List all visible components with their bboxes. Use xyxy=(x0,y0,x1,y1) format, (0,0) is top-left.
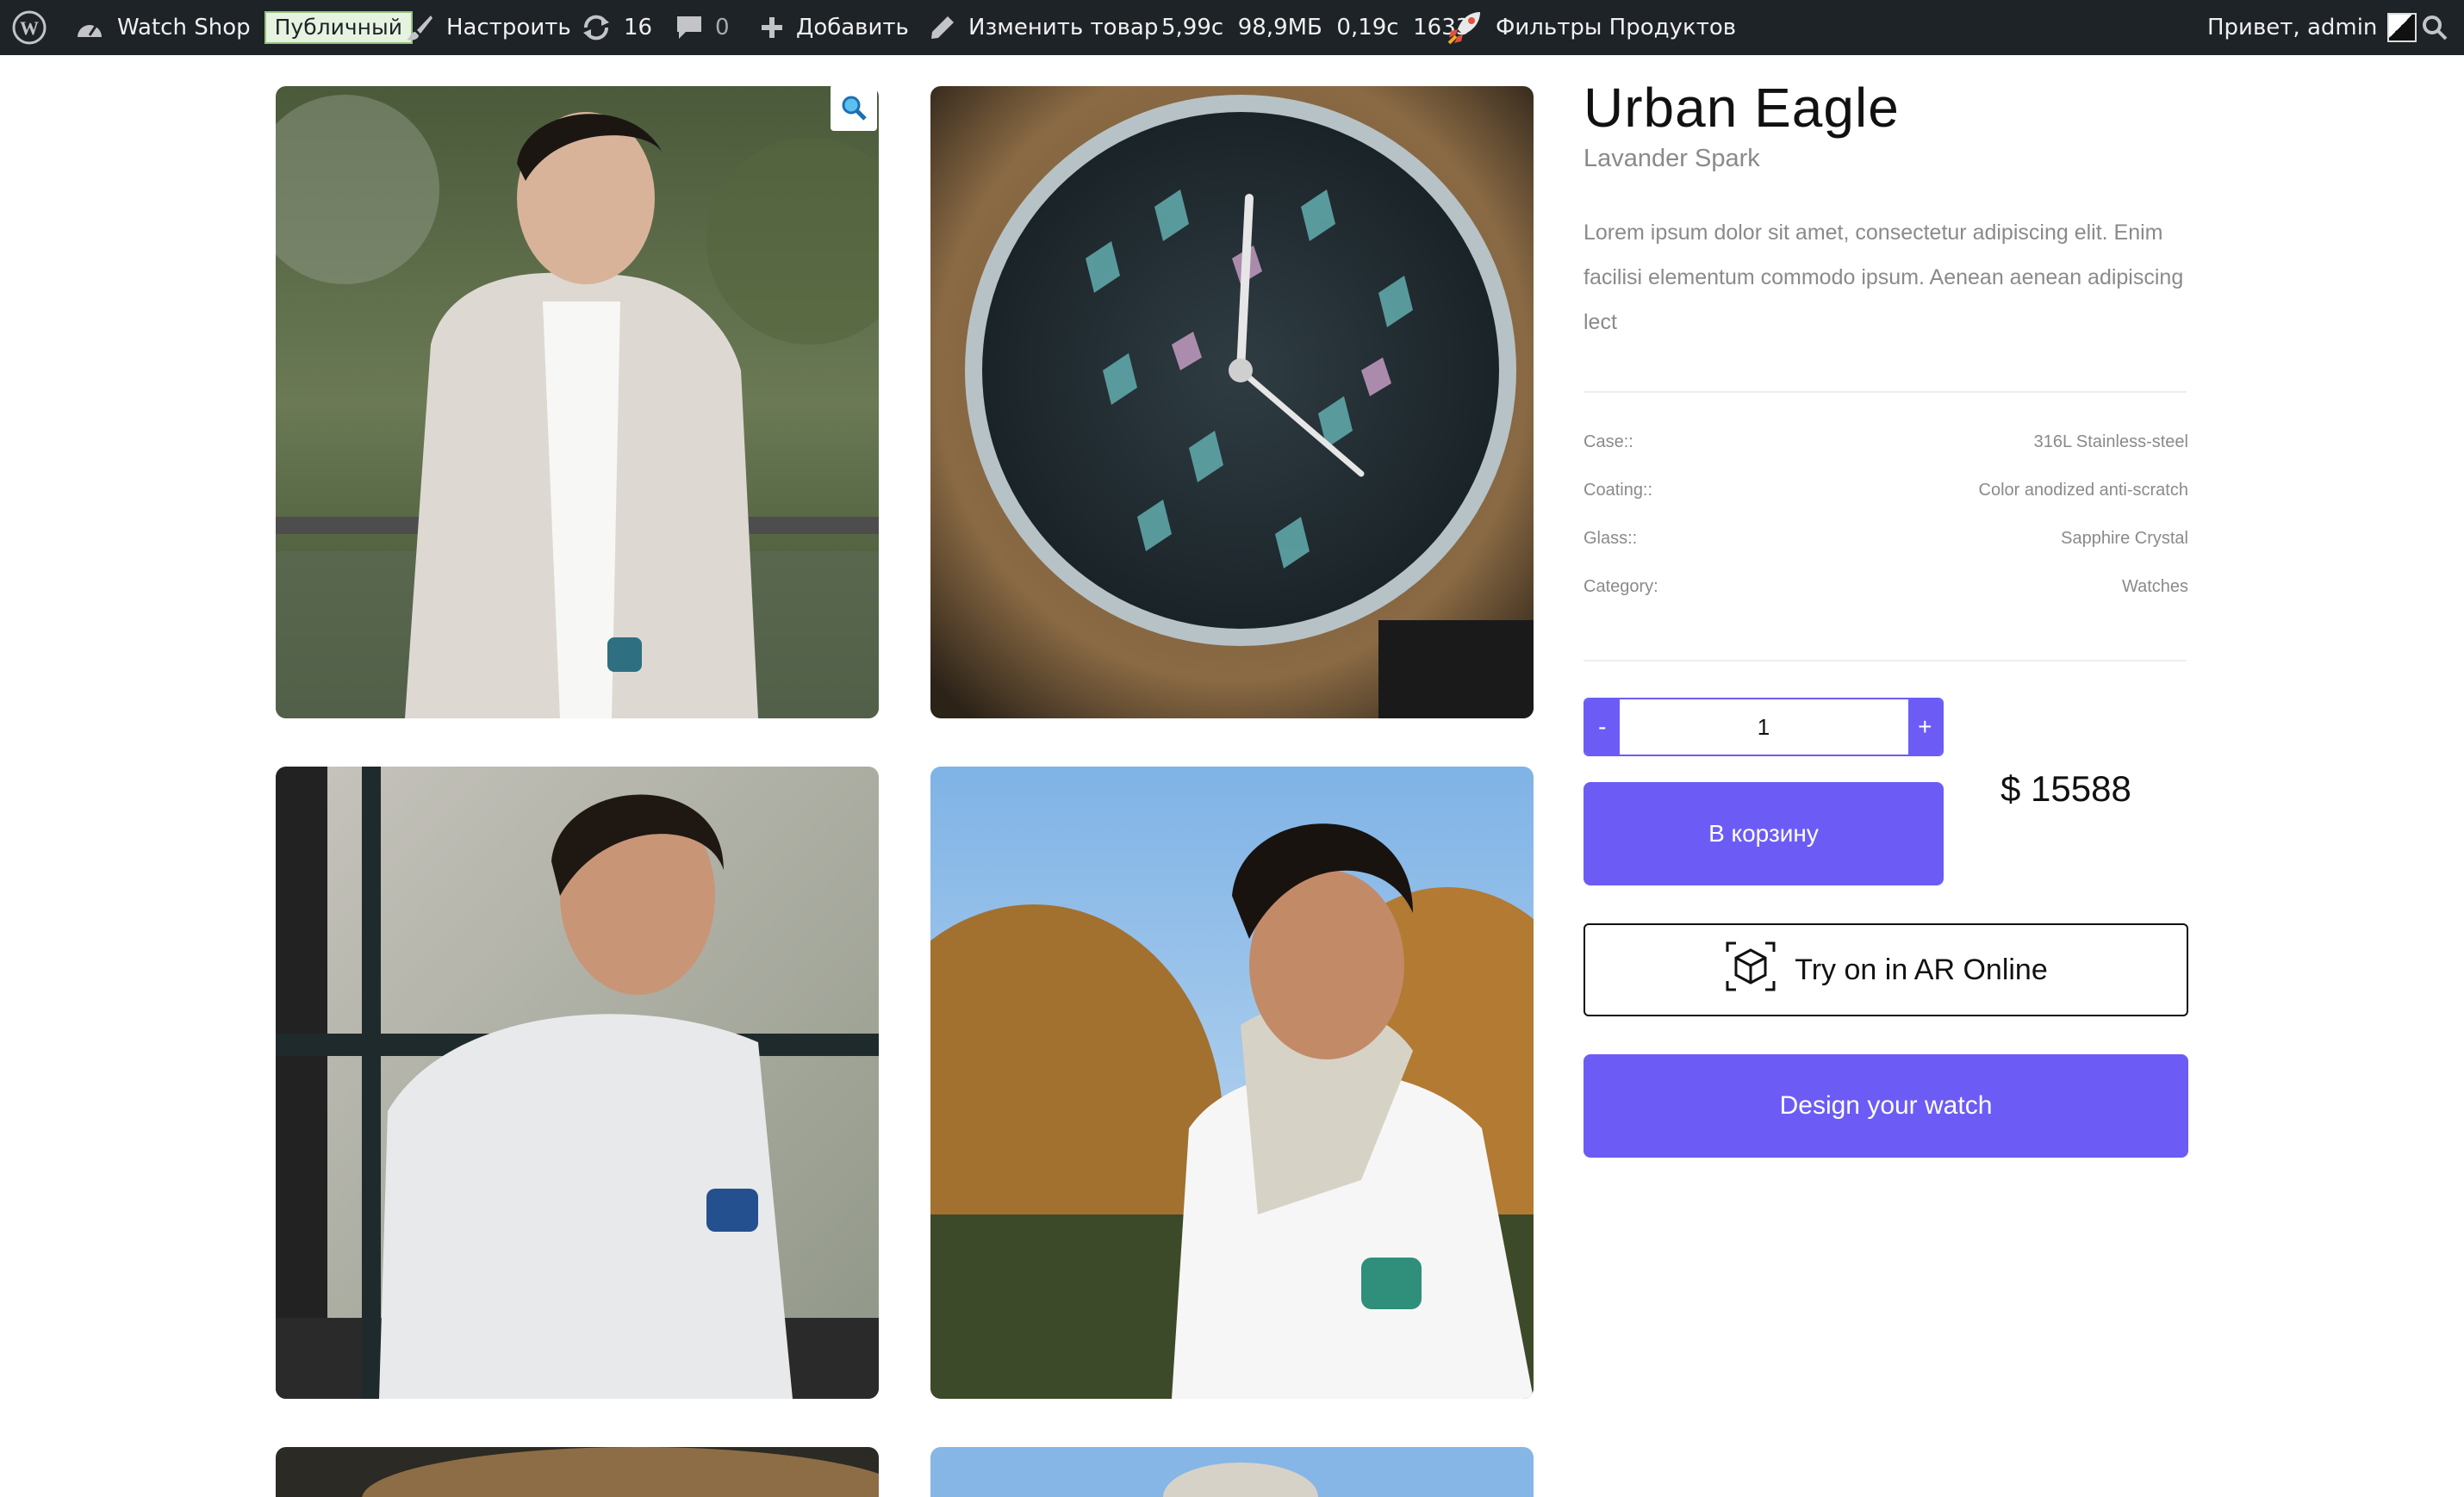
svg-text:W: W xyxy=(20,17,39,39)
add-new-menu[interactable]: Добавить xyxy=(760,0,909,55)
pencil-icon xyxy=(929,14,956,41)
spec-value[interactable]: Watches xyxy=(2122,577,2188,597)
spec-value: Sapphire Crystal xyxy=(2061,529,2188,548)
spec-row-category: Category: Watches xyxy=(1584,577,2188,597)
perf-stats: 5,99с 98,9МБ 0,19с 1633 xyxy=(1161,15,1471,40)
avatar xyxy=(2387,13,2417,42)
product-photo-1[interactable] xyxy=(276,86,879,718)
add-new-label: Добавить xyxy=(796,15,909,40)
quantity-input[interactable] xyxy=(1619,699,1908,755)
customize-label: Настроить xyxy=(446,15,571,40)
wordpress-logo-icon[interactable]: W xyxy=(12,0,47,55)
dashboard-icon xyxy=(74,15,105,40)
visibility-badge: Публичный xyxy=(264,11,413,44)
add-to-cart-button[interactable]: В корзину xyxy=(1584,782,1944,885)
product-title: Urban Eagle xyxy=(1584,77,1900,139)
product-photo-3[interactable] xyxy=(276,767,879,1399)
product-description: Lorem ipsum dolor sit amet, consectetur … xyxy=(1584,221,2184,334)
spec-row-glass: Glass:: Sapphire Crystal xyxy=(1584,529,2188,549)
rocket-icon xyxy=(1446,9,1484,47)
quantity-increase-button[interactable]: + xyxy=(1907,699,1942,755)
site-name: Watch Shop xyxy=(117,15,251,40)
try-on-ar-button[interactable]: Try on in AR Online xyxy=(1584,923,2188,1016)
refresh-icon xyxy=(581,14,612,41)
edit-product-label: Изменить товар xyxy=(968,15,1159,40)
product-subtitle: Lavander Spark xyxy=(1584,145,1760,172)
my-account-menu[interactable]: Привет, admin xyxy=(2207,0,2417,55)
quantity-decrease-button[interactable]: - xyxy=(1585,699,1620,755)
updates-count: 16 xyxy=(624,15,653,40)
customize-link[interactable]: Настроить xyxy=(405,0,571,55)
comments-count: 0 xyxy=(715,15,730,40)
spec-label: Glass:: xyxy=(1584,529,1638,548)
plus-icon xyxy=(760,16,784,40)
paintbrush-icon xyxy=(405,13,434,42)
product-filters-label: Фильтры Продуктов xyxy=(1496,15,1737,40)
ar-cube-icon xyxy=(1724,940,1777,1001)
divider xyxy=(1584,391,2187,393)
zoom-icon[interactable] xyxy=(831,84,877,131)
comment-icon xyxy=(675,15,703,40)
admin-bar: W Watch Shop Публичный Настроить 16 0 До… xyxy=(0,0,2464,55)
product-photo-2[interactable] xyxy=(930,86,1534,718)
greeting: Привет, admin xyxy=(2207,15,2378,40)
edit-product-link[interactable]: Изменить товар xyxy=(929,0,1158,55)
design-your-watch-button[interactable]: Design your watch xyxy=(1584,1054,2188,1158)
search-icon[interactable] xyxy=(2421,0,2448,55)
spec-label: Category: xyxy=(1584,577,1658,596)
product-photo-4[interactable] xyxy=(930,767,1534,1399)
product-photo-6[interactable] xyxy=(930,1447,1534,1497)
site-name-menu[interactable]: Watch Shop Публичный xyxy=(74,0,413,55)
try-on-ar-label: Try on in AR Online xyxy=(1795,953,2048,986)
product-photo-5[interactable] xyxy=(276,1447,879,1497)
updates-link[interactable]: 16 xyxy=(581,0,652,55)
spec-row-case: Case:: 316L Stainless-steel xyxy=(1584,432,2188,452)
spec-value: 316L Stainless-steel xyxy=(2033,432,2188,451)
quantity-stepper: - + xyxy=(1584,698,1944,756)
spec-label: Coating:: xyxy=(1584,481,1653,500)
product-price: $ 15588 xyxy=(2000,768,2131,809)
spec-label: Case:: xyxy=(1584,432,1633,451)
divider xyxy=(1584,660,2187,662)
comments-link[interactable]: 0 xyxy=(675,0,730,55)
product-filters-link[interactable]: Фильтры Продуктов xyxy=(1446,0,1736,55)
spec-row-coating: Coating:: Color anodized anti-scratch xyxy=(1584,481,2188,500)
spec-value: Color anodized anti-scratch xyxy=(1978,481,2188,500)
query-monitor-stats[interactable]: 5,99с 98,9МБ 0,19с 1633 xyxy=(1161,0,1470,55)
